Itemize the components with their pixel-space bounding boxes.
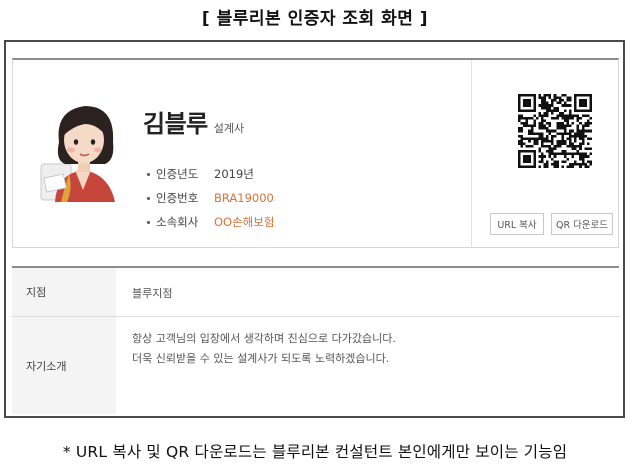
intro-line: 더욱 신뢰받을 수 있는 설계사가 되도록 노력하겠습니다. (132, 352, 390, 365)
page-title: [ 블루리본 인증자 조회 화면 ] (201, 9, 429, 29)
bullet-dot (147, 172, 150, 176)
bullet-dot (147, 220, 150, 224)
info-row-company: 소속회사 OO손해보험 (147, 210, 274, 234)
consultant-name-row: 김블루 설계사 (143, 104, 244, 139)
info-label: 인증번호 (156, 191, 199, 205)
url-copy-button[interactable]: URL 복사 (490, 213, 544, 235)
info-label: 소속회사 (156, 215, 199, 229)
vertical-divider (471, 60, 472, 248)
table-row-branch: 지점 블루지점 (12, 268, 619, 317)
certificate-info-list: 인증년도 2019년 인증번호 BRA19000 소속회사 OO손해보험 (147, 162, 274, 234)
info-label: 인증년도 (156, 167, 199, 181)
branch-value: 블루지점 (132, 286, 173, 300)
intro-line: 항상 고객님의 입장에서 생각하며 진심으로 다가갔습니다. (132, 332, 396, 345)
branch-label: 지점 (12, 268, 116, 316)
info-value: OO손해보험 (214, 215, 275, 229)
qr-download-button[interactable]: QR 다운로드 (551, 213, 613, 235)
consultant-role: 설계사 (213, 122, 245, 135)
footnote: * URL 복사 및 QR 다운로드는 블루리본 컨설턴트 본인에게만 보이는 … (62, 443, 568, 461)
qr-code (518, 94, 592, 168)
info-row-cert-number: 인증번호 BRA19000 (147, 186, 274, 210)
info-value: BRA19000 (214, 191, 274, 205)
info-row-year: 인증년도 2019년 (147, 162, 274, 186)
detail-table: 지점 블루지점 자기소개 항상 고객님의 입장에서 생각하며 진심으로 다가갔습… (12, 266, 619, 414)
certificate-lookup-panel: 김블루 설계사 인증년도 2019년 인증번호 BRA19000 소속회사 OO… (4, 40, 625, 418)
consultant-avatar (40, 106, 115, 202)
intro-label: 자기소개 (12, 317, 116, 414)
table-row-intro: 자기소개 항상 고객님의 입장에서 생각하며 진심으로 다가갔습니다. 더욱 신… (12, 317, 619, 414)
profile-card: 김블루 설계사 인증년도 2019년 인증번호 BRA19000 소속회사 OO… (12, 58, 619, 248)
info-value: 2019년 (214, 167, 254, 181)
bullet-dot (147, 196, 150, 200)
consultant-name: 김블루 (143, 110, 208, 138)
intro-text: 항상 고객님의 입장에서 생각하며 진심으로 다가갔습니다. 더욱 신뢰받을 수… (132, 329, 396, 369)
